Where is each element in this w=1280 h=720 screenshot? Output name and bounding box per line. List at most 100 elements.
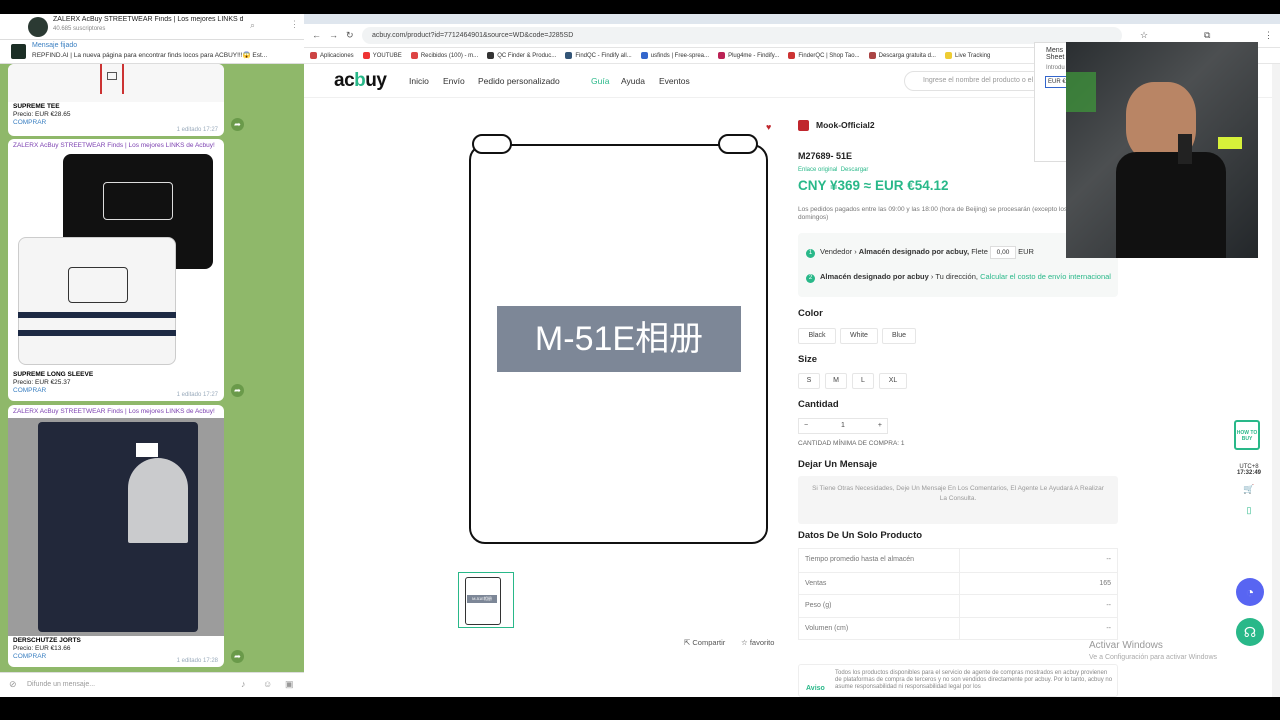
nav-pedido[interactable]: Pedido personalizado <box>478 76 560 86</box>
message-source: ZALERX AcBuy STREETWEAR Finds | Los mejo… <box>13 142 215 149</box>
bookmark-item[interactable]: YOUTUBE <box>362 48 402 63</box>
url-input[interactable]: acbuy.com/product?id=771246490​1&source=… <box>362 27 1122 44</box>
size-option-m[interactable]: M <box>825 373 847 389</box>
message-card: SUPREME TEE Precio: EUR €28.65 COMPRAR 1… <box>8 64 224 136</box>
phone-icon[interactable]: ▯ <box>1234 505 1264 516</box>
message-composer[interactable]: ⊘ Difunde un mensaje... ♪ ☺ ▣ <box>0 672 304 697</box>
nav-envio[interactable]: Envío <box>443 76 465 86</box>
size-option-xl[interactable]: XL <box>879 373 907 389</box>
back-icon[interactable]: ← <box>312 30 321 40</box>
bookmark-item[interactable]: Aplicaciones <box>310 48 354 63</box>
bookmark-item[interactable]: Recibidos (100) - m... <box>410 48 478 63</box>
telegram-panel: ZALERX AcBuy STREETWEAR Finds | Los mejo… <box>0 14 304 697</box>
product-photo[interactable] <box>8 152 224 370</box>
disclaimer-label: Aviso <box>806 685 825 692</box>
disclaimer-box: Todos los productos disponibles para el … <box>798 664 1118 697</box>
color-option-blue[interactable]: Blue <box>882 328 916 344</box>
pinned-message[interactable]: Mensaje fijado REPFIND.AI | La nueva pág… <box>0 40 304 64</box>
quantity-stepper[interactable]: − 1 + <box>798 418 888 434</box>
share-button[interactable]: ⇱ Compartir <box>684 638 725 647</box>
product-photo[interactable] <box>8 64 224 102</box>
download-link[interactable]: Descargar <box>841 167 869 173</box>
original-link[interactable]: Enlace original <box>798 167 837 173</box>
channel-header[interactable]: ZALERX AcBuy STREETWEAR Finds | Los mejo… <box>0 14 304 40</box>
extensions-icon[interactable]: ⧉ <box>1204 30 1210 41</box>
product-code: M27689- 51E <box>798 151 853 161</box>
attach-icon[interactable]: ⊘ <box>9 679 17 690</box>
bookmark-item[interactable]: FindQC - Findify all... <box>565 48 632 63</box>
message-card: ZALERX AcBuy STREETWEAR Finds | Los mejo… <box>8 405 224 667</box>
increment-button[interactable]: + <box>878 422 882 429</box>
freight-input[interactable]: 0,00 <box>989 246 1016 259</box>
message-source: ZALERX AcBuy STREETWEAR Finds | Los mejo… <box>13 408 215 415</box>
forward-nav-icon[interactable]: → <box>329 30 338 40</box>
calc-shipping-link[interactable]: Calcular el costo de envío internacional <box>980 272 1111 281</box>
table-row: Tiempo promedio hasta el almacén -- <box>799 549 1117 572</box>
buy-link[interactable]: COMPRAR <box>13 119 219 127</box>
activate-windows-sub: Ve a Configuración para activar Windows <box>1089 654 1218 661</box>
discord-icon[interactable]: ◔ <box>1236 578 1264 606</box>
bottom-black-bar <box>0 697 1280 720</box>
nav-inicio[interactable]: Inicio <box>409 76 429 86</box>
size-option-l[interactable]: L <box>852 373 874 389</box>
search-icon[interactable]: ⌕ <box>250 20 255 31</box>
reload-icon[interactable]: ↻ <box>346 30 354 41</box>
channel-avatar[interactable] <box>28 17 48 37</box>
support-icon[interactable]: ☊ <box>1236 618 1264 646</box>
bell-icon[interactable]: ♪ <box>241 679 246 689</box>
step-1: 1 Vendedor › Almacén designado por acbuy,… <box>806 246 1034 259</box>
product-photo[interactable] <box>8 418 224 636</box>
quantity-value[interactable]: 1 <box>841 422 845 429</box>
product-data-label: Datos De Un Solo Producto <box>798 530 923 541</box>
scrollbar[interactable] <box>1272 64 1280 697</box>
decrement-button[interactable]: − <box>804 422 808 429</box>
color-option-black[interactable]: Black <box>798 328 836 344</box>
table-row: Volumen (cm) -- <box>799 616 1117 639</box>
hands-icon <box>472 134 512 154</box>
bookmark-item[interactable]: FinderQC | Shop Tao... <box>788 48 860 63</box>
shop-name[interactable]: Mook-Official2 <box>816 120 875 130</box>
bookmark-item[interactable]: usfinds | Free-sprea... <box>640 48 709 63</box>
product-price: CNY ¥369 ≈ EUR €54.12 <box>798 178 949 193</box>
browser-window: ← → ↻ acbuy.com/product?id=771246490​1&s… <box>304 14 1280 697</box>
cart-icon[interactable]: 🛒 <box>1234 484 1264 495</box>
product-name: SUPREME LONG SLEEVE <box>13 371 94 378</box>
size-label: Size <box>798 354 818 365</box>
emoji-icon[interactable]: ☺ <box>263 679 272 689</box>
activate-windows-title: Activar Windows <box>1089 640 1163 651</box>
quantity-label: Cantidad <box>798 399 839 410</box>
bookmark-item[interactable]: Descarga gratuita d... <box>868 48 936 63</box>
sticker-icon[interactable]: ▣ <box>285 679 294 690</box>
bookmark-item[interactable]: Plug4me - Findify... <box>718 48 779 63</box>
message-textarea[interactable]: Si Tiene Otras Necesidades, Deje Un Mens… <box>798 476 1118 524</box>
size-option-s[interactable]: S <box>798 373 820 389</box>
shop-icon <box>798 120 809 131</box>
nav-eventos[interactable]: Eventos <box>659 76 690 86</box>
favorite-button[interactable]: ☆ favorito <box>741 638 774 647</box>
forward-icon[interactable]: ➦ <box>231 650 244 663</box>
pinned-text: REPFIND.AI | La nueva página para encont… <box>32 52 268 59</box>
nav-ayuda[interactable]: Ayuda <box>621 76 645 86</box>
bookmark-item[interactable]: Live Tracking <box>945 48 990 63</box>
message-meta: 1 editado 17:28 <box>176 658 218 664</box>
nav-guia[interactable]: Guía <box>591 76 609 86</box>
pinned-thumbnail <box>11 44 26 59</box>
min-quantity: CANTIDAD MÍNIMA DE COMPRA: 1 <box>798 440 905 447</box>
bookmark-item[interactable]: QC Finder & Produc... <box>487 48 556 63</box>
forward-icon[interactable]: ➦ <box>231 384 244 397</box>
more-icon[interactable]: ⋮ <box>290 19 299 30</box>
how-to-buy-badge[interactable]: HOW TO BUY <box>1234 420 1260 450</box>
color-option-white[interactable]: White <box>840 328 878 344</box>
table-row: Peso (g) -- <box>799 594 1117 617</box>
site-search-input[interactable]: Ingrese el nombre del producto o el <box>904 71 1044 91</box>
acbuy-logo[interactable]: acbuy <box>334 70 387 92</box>
menu-icon[interactable]: ⋮ <box>1264 30 1273 41</box>
forward-icon[interactable]: ➦ <box>231 118 244 131</box>
message-meta: 1 editado 17:27 <box>176 127 218 133</box>
channel-title: ZALERX AcBuy STREETWEAR Finds | Los mejo… <box>53 16 243 23</box>
top-black-bar <box>0 0 1280 14</box>
product-thumbnail[interactable]: M-51E相册 <box>458 572 514 628</box>
star-icon[interactable]: ☆ <box>1140 30 1148 41</box>
message-card: ZALERX AcBuy STREETWEAR Finds | Los mejo… <box>8 139 224 401</box>
message-input[interactable]: Difunde un mensaje... <box>27 681 95 688</box>
